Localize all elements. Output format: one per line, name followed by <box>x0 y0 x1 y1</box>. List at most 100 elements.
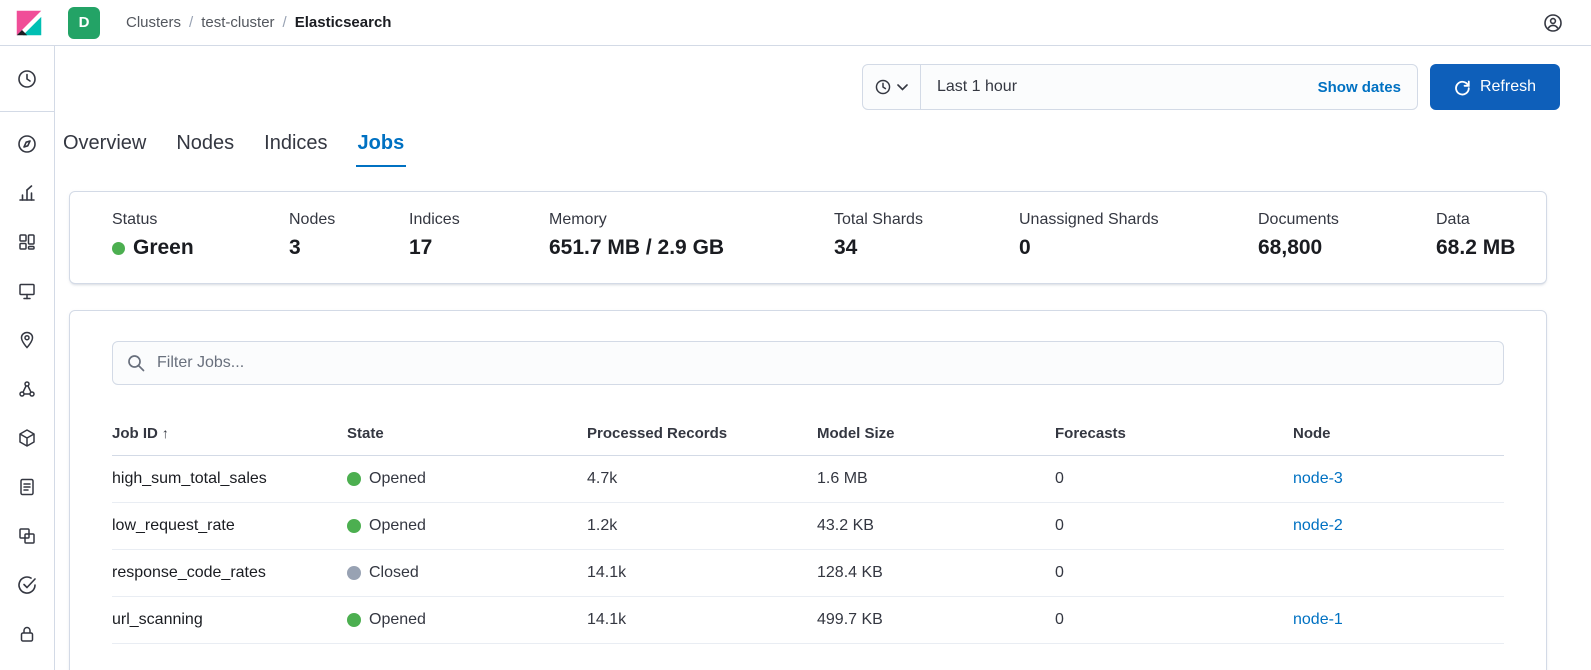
state-cell: Opened <box>347 502 587 550</box>
summary-indices: Indices 17 <box>409 211 460 259</box>
forecasts-cell: 0 <box>1055 455 1293 503</box>
col-header-node[interactable]: Node <box>1293 415 1504 456</box>
app-sidebar <box>0 46 55 670</box>
show-dates-button[interactable]: Show dates <box>1318 79 1401 96</box>
model-size-cell: 43.2 KB <box>817 502 1055 550</box>
sidebar-item-graph[interactable] <box>7 417 47 459</box>
dev-tools-icon <box>20 478 34 496</box>
col-header-job-id[interactable]: Job ID ↑ <box>112 415 347 456</box>
sort-asc-icon: ↑ <box>161 425 169 441</box>
time-range-display[interactable]: Last 1 hour Show dates <box>921 65 1417 109</box>
breadcrumb-cluster-name[interactable]: test-cluster <box>201 14 274 31</box>
state-cell: Closed <box>347 549 587 597</box>
state-dot <box>347 519 361 533</box>
breadcrumb-separator: / <box>282 14 287 31</box>
sidebar-item-dev-tools[interactable] <box>7 466 47 508</box>
summary-status: Status Green <box>112 211 289 260</box>
user-menu-button[interactable] <box>1537 7 1569 39</box>
super-date-picker: Last 1 hour Show dates <box>861 64 1418 110</box>
summary-data: Data 68.2 MB <box>1436 211 1516 259</box>
processed-records-cell: 1.2k <box>587 502 817 550</box>
state-cell: Opened <box>347 596 587 644</box>
recently-viewed-button[interactable] <box>7 58 47 100</box>
node-link[interactable]: node-2 <box>1293 517 1343 534</box>
forecasts-cell: 0 <box>1055 596 1293 644</box>
uptime-check-icon <box>18 576 36 594</box>
graph-package-icon <box>19 429 35 447</box>
dashboard-icon <box>19 234 35 250</box>
table-header-row: Job ID ↑ State Processed Records Model Si… <box>112 415 1504 456</box>
job-id-cell: low_request_rate <box>112 502 347 550</box>
search-icon <box>128 355 145 372</box>
quick-select-menu-button[interactable] <box>863 65 921 109</box>
discover-compass-icon <box>18 135 36 153</box>
col-header-state[interactable]: State <box>347 415 587 456</box>
summary-unassigned-shards: Unassigned Shards 0 <box>1019 211 1159 259</box>
col-header-model-size[interactable]: Model Size <box>817 415 1055 456</box>
machine-learning-icon <box>19 381 35 397</box>
forecasts-cell: 0 <box>1055 502 1293 550</box>
processed-records-cell: 14.1k <box>587 549 817 597</box>
main-content: Last 1 hour Show dates Refresh Overview … <box>55 46 1591 670</box>
monitoring-icon <box>19 528 35 544</box>
summary-nodes: Nodes 3 <box>289 211 336 259</box>
top-header: D Clusters / test-cluster / Elasticsearc… <box>0 0 1591 46</box>
tab-overview[interactable]: Overview <box>61 128 148 167</box>
breadcrumb-clusters[interactable]: Clusters <box>126 14 181 31</box>
canvas-icon <box>19 283 35 300</box>
job-id-cell: url_scanning <box>112 596 347 644</box>
col-header-forecasts[interactable]: Forecasts <box>1055 415 1293 456</box>
clock-icon <box>876 79 891 95</box>
filter-jobs-input[interactable] <box>112 341 1504 385</box>
space-avatar[interactable]: D <box>68 6 100 39</box>
health-status-dot <box>112 241 125 255</box>
refresh-button[interactable]: Refresh <box>1429 64 1560 110</box>
state-dot <box>347 472 361 486</box>
sidebar-divider <box>0 111 55 112</box>
visualize-chart-icon <box>19 185 35 201</box>
col-header-processed-records[interactable]: Processed Records <box>587 415 817 456</box>
kibana-logo-icon <box>16 10 42 35</box>
model-size-cell: 128.4 KB <box>817 549 1055 597</box>
refresh-label: Refresh <box>1479 78 1536 95</box>
summary-value: Green <box>133 236 194 259</box>
kibana-logo[interactable] <box>14 8 44 38</box>
node-cell: node-1 <box>1293 596 1504 644</box>
table-row: high_sum_total_sales Opened 4.7k 1.6 MB … <box>112 455 1504 503</box>
state-cell: Opened <box>347 455 587 503</box>
node-link[interactable]: node-3 <box>1293 470 1343 487</box>
node-link[interactable]: node-1 <box>1293 611 1343 628</box>
tab-jobs[interactable]: Jobs <box>355 128 407 167</box>
job-id-cell: high_sum_total_sales <box>112 455 347 503</box>
maps-pin-icon <box>20 331 34 349</box>
sidebar-item-visualize[interactable] <box>7 172 47 214</box>
state-dot <box>347 566 361 580</box>
state-dot <box>347 613 361 627</box>
sidebar-item-canvas[interactable] <box>7 270 47 312</box>
sidebar-item-stack-monitoring[interactable] <box>7 515 47 557</box>
table-row: url_scanning Opened 14.1k 499.7 KB 0 nod… <box>112 596 1504 644</box>
node-cell <box>1293 549 1504 597</box>
tab-indices[interactable]: Indices <box>262 128 329 167</box>
node-cell: node-3 <box>1293 455 1504 503</box>
breadcrumb: Clusters / test-cluster / Elasticsearch <box>126 14 391 31</box>
job-id-cell: response_code_rates <box>112 549 347 597</box>
processed-records-cell: 4.7k <box>587 455 817 503</box>
table-row: low_request_rate Opened 1.2k 43.2 KB 0 n… <box>112 502 1504 550</box>
sidebar-item-machine-learning[interactable] <box>7 368 47 410</box>
sidebar-item-dashboard[interactable] <box>7 221 47 263</box>
refresh-icon <box>1455 80 1470 95</box>
time-picker-bar: Last 1 hour Show dates Refresh <box>55 46 1591 110</box>
tab-nodes[interactable]: Nodes <box>174 128 236 167</box>
forecasts-cell: 0 <box>1055 549 1293 597</box>
time-range-value: Last 1 hour <box>936 78 1018 95</box>
sidebar-item-security[interactable] <box>7 613 47 655</box>
table-row: response_code_rates Closed 14.1k 128.4 K… <box>112 549 1504 597</box>
summary-label: Status <box>112 211 158 228</box>
sidebar-item-maps[interactable] <box>7 319 47 361</box>
clock-icon <box>18 70 36 88</box>
sidebar-item-uptime[interactable] <box>7 564 47 606</box>
jobs-panel: Job ID↑ State Processed Records Model Si… <box>69 310 1547 670</box>
breadcrumb-elasticsearch: Elasticsearch <box>294 14 392 31</box>
sidebar-item-discover[interactable] <box>7 123 47 165</box>
